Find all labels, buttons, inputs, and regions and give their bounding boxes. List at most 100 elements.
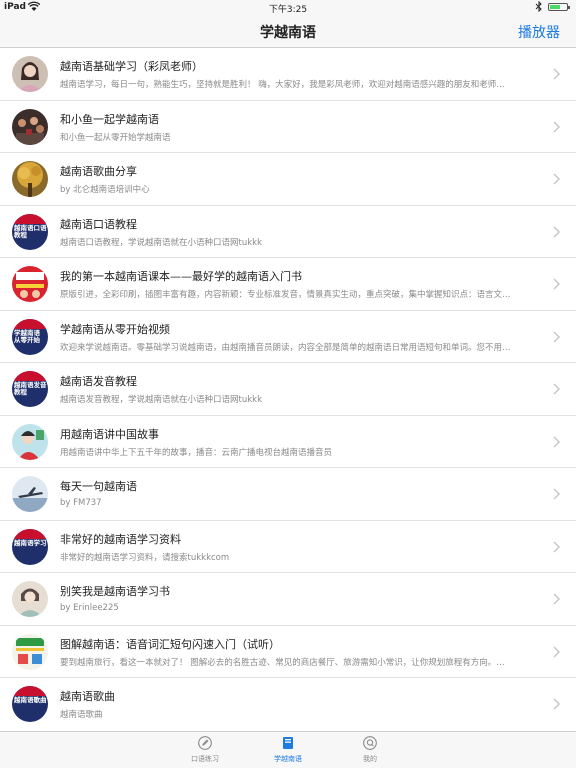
course-list-item[interactable]: 别笑我是越南语学习书 by Erinlee225 [0,573,576,626]
chevron-right-icon [553,278,560,290]
course-cover-image [12,266,48,302]
course-subtitle: 原版引进，全彩印刷，插图丰富有趣，内容新颖：专业标准发音，情景真实生动，重点突破… [60,290,511,300]
chevron-right-icon [553,383,560,395]
course-subtitle: by FM737 [60,498,102,508]
course-list[interactable]: 越南语基础学习（彩凤老师） 越南语学习，每日一句，熟能生巧，坚持就是胜利！ 嗨，大… [0,48,576,731]
course-title: 越南语基础学习（彩凤老师） [60,60,203,73]
painting-image [12,581,48,617]
course-list-item[interactable]: 和小鱼一起学越南语和小鱼一起从零开始学越南语 [0,101,576,153]
course-list-item[interactable]: 越南语基础学习（彩凤老师） 越南语学习，每日一句，熟能生巧，坚持就是胜利！ 嗨，大… [0,48,576,101]
badge-text: 越南语歌曲 [14,696,47,704]
course-cover-image: 越南语口语 教程 [12,213,48,250]
course-subtitle: 非常好的越南语学习资料，请搜索tukkkcom [60,552,230,563]
chevron-right-icon [553,488,560,500]
course-subtitle: 欢迎来学说越南语。零基础学习说越南语，由越南播音员朗读，内容全部是简单的越南语日… [60,342,511,353]
course-list-item[interactable]: 越南语学习 非常好的越南语学习资料非常好的越南语学习资料，请搜索tukkkcom [0,521,576,573]
portrait-photo-image [12,56,48,92]
crowd-photo-image [12,108,48,145]
chevron-right-icon [553,173,560,185]
chevron-right-icon [553,68,560,80]
course-cover-image [12,161,48,197]
course-cover-image [12,581,48,617]
course-title: 越南语歌曲 [60,690,115,703]
course-subtitle: 要到越南旅行，看这一本就对了！ 图解必去的名胜古迹、常见的商店餐厅、旅游需知小常… [60,657,505,668]
course-subtitle: 越南语发音教程，学说越南语就在小语种口语网tukkk [60,395,262,405]
golden-tree-photo-image [12,161,48,197]
book-cover-green-image [12,633,48,670]
course-title: 越南语发音教程 [60,375,137,388]
course-cover-image [12,108,48,145]
chevron-right-icon [553,331,560,342]
course-subtitle: 用越南语讲中华上下五千年的故事，播音：云南广播电视台越南语播音员 [60,447,333,458]
course-cover-image [12,56,48,92]
badge-strip [12,213,48,224]
chevron-right-icon [553,593,560,605]
course-list-item[interactable]: 越南语歌曲分享 by 北仑越南语培训中心 [0,153,576,206]
course-cover-image: 越南语歌曲 [12,686,48,722]
airplane-photo-image [12,476,48,512]
course-subtitle: 越南语学习，每日一句，熟能生巧，坚持就是胜利！ 嗨，大家好，我是彩凤老师，欢迎对… [60,80,505,90]
book-cover-image [12,266,48,302]
badge-strip [12,528,48,539]
page-title: 学越南语 [260,25,316,41]
course-title: 越南语口语教程 [60,217,137,231]
course-title: 我的第一本越南语课本——最好学的越南语入门书 [60,270,302,283]
battery-level [550,5,560,9]
badge-strip [12,318,48,329]
badge-text: 越南语口语 教程 [14,223,47,239]
course-list-item[interactable]: 图解越南语：语音词汇短句闪速入门（试听） 要到越南旅行，看这一本就对了！ 图解必去… [0,626,576,678]
chevron-right-icon [553,698,560,710]
chevron-right-icon [553,646,560,657]
course-title: 和小鱼一起学越南语 [60,112,159,126]
course-title: 每天一句越南语 [60,480,137,493]
tab-speaking-practice[interactable]: 口语练习 [175,736,235,764]
tab-bar: 口语练习 学越南语 我的 [0,731,576,768]
bluetooth-icon [535,1,542,12]
navigation-bar: 学越南语 播放器 [0,14,576,48]
illustration-image [12,423,48,460]
course-cover-image [12,633,48,670]
pencil-icon [198,736,212,750]
status-bar: iPad 下午3:25 [0,0,576,15]
badge-strip [12,371,48,381]
course-cover-image: 学越南语 从零开始 [12,318,48,355]
player-button[interactable]: 播放器 [518,22,560,42]
course-title: 非常好的越南语学习资料 [60,532,181,546]
tab-label: 学越南语 [274,755,302,763]
course-title: 越南语歌曲分享 [60,165,137,178]
tab-me[interactable]: 我的 [340,736,400,764]
course-list-item[interactable]: 每天一句越南语 by FM737 [0,468,576,521]
badge-text: 越南语学习 [14,538,47,547]
tab-learn-vietnamese[interactable]: 学越南语 [258,736,318,764]
course-cover-image: 越南语发音 教程 [12,371,48,407]
course-title: 学越南语从零开始视频 [60,322,170,336]
tab-label: 口语练习 [191,755,219,763]
course-title: 别笑我是越南语学习书 [60,585,170,598]
course-cover-image [12,423,48,460]
badge-text: 越南语发音 教程 [14,381,47,396]
chevron-right-icon [553,226,560,237]
chevron-right-icon [553,436,560,447]
course-list-item[interactable]: 我的第一本越南语课本——最好学的越南语入门书原版引进，全彩印刷，插图丰富有趣，内… [0,258,576,311]
course-list-item[interactable]: 越南语歌曲 越南语歌曲 越南语歌曲 [0,678,576,731]
course-list-item[interactable]: 学越南语 从零开始 学越南语从零开始视频欢迎来学说越南语。零基础学习说越南语，由越… [0,311,576,363]
battery-icon [548,3,570,11]
tab-label: 我的 [363,755,377,763]
course-list-item[interactable]: 越南语发音 教程 越南语发音教程越南语发音教程，学说越南语就在小语种口语网tukk… [0,363,576,416]
chevron-right-icon [553,541,560,552]
badge-text: 学越南语 从零开始 [14,328,40,344]
course-subtitle: 越南语口语教程，学说越南语就在小语种口语网tukkk [60,237,262,248]
course-subtitle: by Erinlee225 [60,603,119,613]
course-list-item[interactable]: 越南语口语 教程 越南语口语教程越南语口语教程，学说越南语就在小语种口语网tukk… [0,206,576,258]
course-list-item[interactable]: 用越南语讲中国故事用越南语讲中华上下五千年的故事，播音：云南广播电视台越南语播音… [0,416,576,468]
course-subtitle: 和小鱼一起从零开始学越南语 [60,132,171,143]
course-cover-image: 越南语学习 [12,528,48,565]
book-icon [283,737,293,749]
course-subtitle: by 北仑越南语培训中心 [60,185,150,195]
profile-icon [363,736,377,750]
chevron-right-icon [553,121,560,132]
course-title: 用越南语讲中国故事 [60,427,159,441]
badge-strip [12,686,48,696]
course-subtitle: 越南语歌曲 [60,710,103,720]
course-cover-image [12,476,48,512]
